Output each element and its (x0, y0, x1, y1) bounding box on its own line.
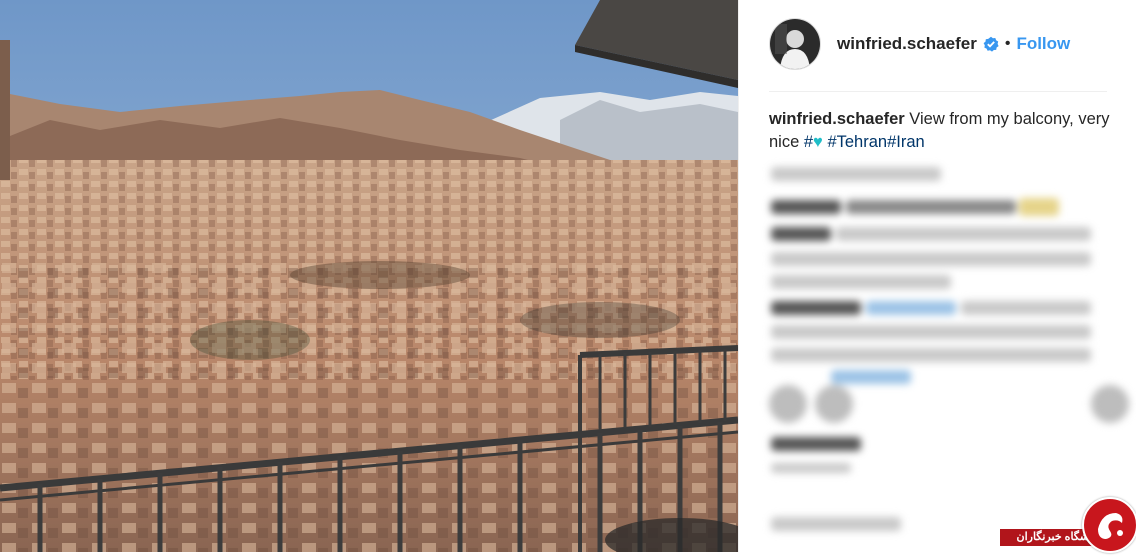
avatar[interactable] (769, 18, 821, 70)
blurred-line (771, 325, 1091, 339)
blurred-line (771, 167, 941, 181)
follow-button[interactable]: Follow (1016, 34, 1070, 54)
hashtag-tehran-link[interactable]: #Tehran (827, 133, 887, 151)
blurred-line (771, 437, 861, 451)
blurred-comment-button[interactable] (815, 385, 853, 423)
post-caption: winfried.schaefer View from my balcony, … (769, 108, 1114, 154)
blurred-line (831, 370, 911, 384)
blurred-line (836, 227, 1091, 241)
blurred-like-button[interactable] (769, 385, 807, 423)
heart-emoji-icon: ♥ (813, 133, 823, 151)
blurred-line (771, 252, 1091, 266)
blurred-line (771, 463, 851, 473)
verified-badge-icon (983, 36, 999, 52)
post-header: winfried.schaefer • Follow (769, 18, 1107, 70)
avatar-image (770, 19, 820, 69)
blurred-line (771, 200, 841, 214)
blurred-save-button[interactable] (1091, 385, 1129, 423)
blurred-line (1019, 198, 1059, 216)
blurred-line (961, 301, 1091, 315)
caption-username-link[interactable]: winfried.schaefer (769, 110, 905, 128)
hashtag-sign: # (803, 133, 814, 151)
hashtag-iran-link[interactable]: #Iran (887, 133, 925, 151)
header-divider (769, 91, 1107, 92)
blurred-line (771, 227, 831, 241)
watermark: باشگاه خبرنگاران (1000, 495, 1136, 553)
blurred-line (771, 517, 901, 531)
blurred-line (846, 200, 1016, 214)
hashtag-heart-link[interactable]: #♥ (804, 133, 823, 151)
post-side-panel: winfried.schaefer • Follow winfried.scha… (738, 0, 1136, 552)
tehran-balcony-view-image (0, 0, 738, 552)
username-link[interactable]: winfried.schaefer (837, 34, 977, 54)
blurred-line (771, 301, 861, 315)
header-separator: • (1004, 35, 1011, 52)
watermark-logo-icon (1082, 497, 1136, 553)
blurred-line (771, 275, 951, 289)
post-photo[interactable] (0, 0, 738, 552)
blurred-line (866, 301, 956, 315)
blurred-line (771, 348, 1091, 362)
